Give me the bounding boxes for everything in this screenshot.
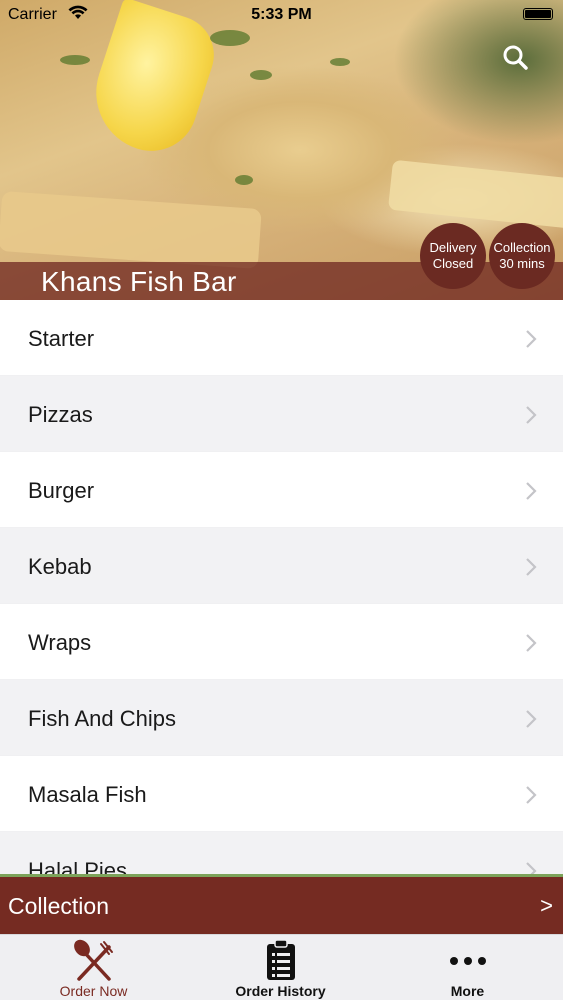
- collection-bar-label: Collection: [8, 893, 109, 919]
- menu-item-masala-fish[interactable]: Masala Fish: [0, 756, 563, 832]
- food-photo-herb: [210, 30, 250, 46]
- collection-badge-line2: 30 mins: [499, 256, 545, 271]
- fork-knife-icon: [73, 939, 113, 981]
- food-photo-fries: [0, 191, 262, 269]
- delivery-status-badge: Delivery Closed: [420, 223, 486, 289]
- tab-more[interactable]: More: [374, 935, 561, 1001]
- delivery-badge-line1: Delivery: [429, 240, 477, 255]
- collection-time-badge: Collection 30 mins: [489, 223, 555, 289]
- tab-label: Order Now: [59, 983, 128, 999]
- food-photo-herb: [60, 55, 90, 65]
- battery-icon: [523, 8, 553, 20]
- collection-badge-line1: Collection: [493, 240, 551, 255]
- food-photo-herb: [235, 175, 253, 185]
- food-photo-herb: [250, 70, 272, 80]
- tab-label: More: [450, 983, 485, 999]
- chevron-right-icon: [526, 406, 537, 424]
- chevron-right-icon: [526, 786, 537, 804]
- collection-mode-bar[interactable]: Collection >: [0, 874, 563, 934]
- menu-item-label: Wraps: [28, 630, 92, 655]
- clipboard-icon: [266, 939, 295, 980]
- tab-label: Order History: [235, 983, 326, 999]
- food-photo-herb: [330, 58, 350, 66]
- search-icon: [503, 45, 528, 70]
- menu-item-wraps[interactable]: Wraps: [0, 604, 563, 680]
- menu-item-burger[interactable]: Burger: [0, 452, 563, 528]
- menu-item-label: Kebab: [28, 554, 92, 579]
- menu-item-label: Masala Fish: [28, 782, 147, 807]
- chevron-right-icon: [526, 558, 537, 576]
- menu-item-halal-pies[interactable]: Halal Pies: [0, 832, 563, 876]
- menu-category-list[interactable]: Starter Pizzas Burger Kebab Wraps Fish A…: [0, 300, 563, 876]
- clock: 5:33 PM: [251, 6, 312, 23]
- search-button[interactable]: [498, 40, 534, 76]
- chevron-right-icon: [526, 634, 537, 652]
- menu-item-starter[interactable]: Starter: [0, 300, 563, 376]
- restaurant-name: Khans Fish Bar: [41, 266, 237, 297]
- menu-item-label: Burger: [28, 478, 95, 503]
- menu-item-kebab[interactable]: Kebab: [0, 528, 563, 604]
- delivery-badge-line2: Closed: [432, 256, 474, 271]
- more-dots-icon: [449, 957, 486, 965]
- chevron-right-icon: [526, 330, 537, 348]
- menu-item-label: Pizzas: [28, 402, 93, 427]
- menu-item-label: Fish And Chips: [28, 706, 176, 731]
- chevron-right-icon: [526, 482, 537, 500]
- tab-order-now[interactable]: Order Now: [0, 935, 187, 1001]
- status-bar: Carrier 5:33 PM: [0, 0, 563, 30]
- tab-bar: Order Now Order History More: [0, 934, 563, 1000]
- menu-item-label: Starter: [28, 326, 95, 351]
- food-photo-fries: [387, 159, 563, 231]
- menu-item-fish-and-chips[interactable]: Fish And Chips: [0, 680, 563, 756]
- chevron-right-icon: >: [540, 893, 553, 918]
- menu-item-pizzas[interactable]: Pizzas: [0, 376, 563, 452]
- chevron-right-icon: [526, 710, 537, 728]
- tab-order-history[interactable]: Order History: [187, 935, 374, 1001]
